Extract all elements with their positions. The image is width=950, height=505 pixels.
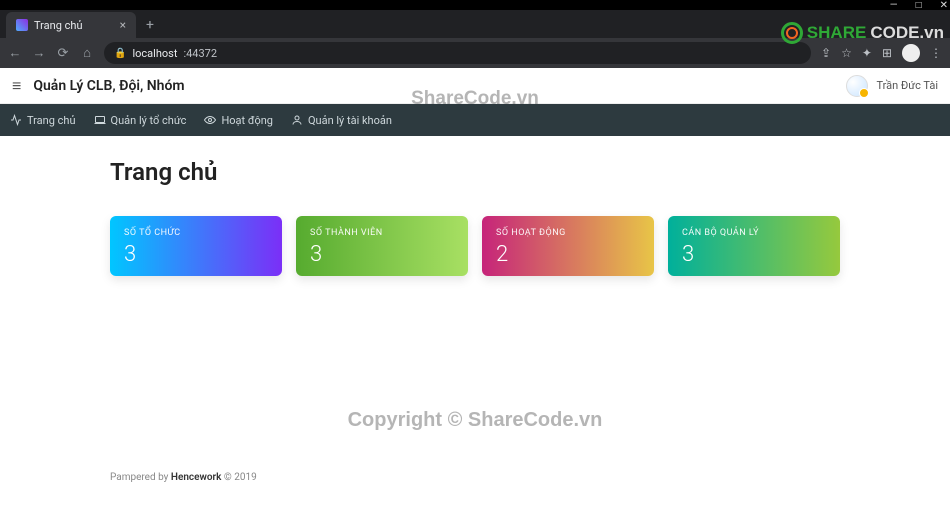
page: ≡ Quản Lý CLB, Đội, Nhóm Trần Đức Tài Tr… bbox=[0, 68, 950, 505]
nav-label: Hoạt động bbox=[221, 114, 273, 127]
puzzle-icon[interactable]: ⊞ bbox=[882, 46, 892, 60]
page-title: Trang chủ bbox=[110, 158, 840, 186]
nav-label: Trang chủ bbox=[27, 114, 76, 127]
tab-favicon-icon bbox=[16, 19, 28, 31]
url-port: :44372 bbox=[183, 47, 217, 60]
card-label: SỐ HOẠT ĐỘNG bbox=[496, 228, 640, 238]
user-area[interactable]: Trần Đức Tài bbox=[846, 75, 938, 97]
user-avatar-icon bbox=[846, 75, 868, 97]
address-bar[interactable]: 🔒 localhost :44372 bbox=[104, 42, 811, 64]
activity-icon bbox=[10, 114, 22, 126]
nav-org[interactable]: Quản lý tổ chức bbox=[94, 114, 187, 127]
card-manager-count[interactable]: CÁN BỘ QUẢN LÝ 3 bbox=[668, 216, 840, 276]
app-title: Quản Lý CLB, Đội, Nhóm bbox=[33, 78, 184, 94]
card-value: 3 bbox=[310, 242, 454, 267]
user-icon bbox=[291, 114, 303, 126]
toolbar-actions: ⇪ ☆ ✦ ⊞ ⋮ bbox=[821, 44, 942, 62]
menu-icon[interactable]: ⋮ bbox=[930, 46, 942, 60]
navbar: Trang chủ Quản lý tổ chức Hoạt động Quản… bbox=[0, 104, 950, 136]
card-activity-count[interactable]: SỐ HOẠT ĐỘNG 2 bbox=[482, 216, 654, 276]
tab-title: Trang chủ bbox=[34, 19, 83, 32]
footer-brand: Hencework bbox=[171, 472, 222, 483]
footer: Pampered by Hencework © 2019 bbox=[110, 472, 257, 483]
content: Trang chủ SỐ TỔ CHỨC 3 SỐ THÀNH VIÊN 3 S… bbox=[0, 136, 950, 505]
nav-label: Quản lý tài khoản bbox=[308, 114, 392, 127]
browser-tabstrip: Trang chủ × + bbox=[0, 10, 950, 38]
browser-toolbar: ← → ⟳ ⌂ 🔒 localhost :44372 ⇪ ☆ ✦ ⊞ ⋮ bbox=[0, 38, 950, 68]
card-value: 2 bbox=[496, 242, 640, 267]
nav-home[interactable]: Trang chủ bbox=[10, 114, 76, 127]
footer-suffix: © 2019 bbox=[221, 472, 256, 483]
card-member-count[interactable]: SỐ THÀNH VIÊN 3 bbox=[296, 216, 468, 276]
back-icon[interactable]: ← bbox=[8, 45, 22, 61]
share-icon[interactable]: ⇪ bbox=[821, 46, 831, 60]
nav-label: Quản lý tổ chức bbox=[111, 114, 187, 127]
card-org-count[interactable]: SỐ TỔ CHỨC 3 bbox=[110, 216, 282, 276]
browser-tab[interactable]: Trang chủ × bbox=[6, 12, 136, 38]
card-value: 3 bbox=[682, 242, 826, 267]
tab-close-icon[interactable]: × bbox=[120, 18, 126, 32]
os-maximize-icon[interactable]: □ bbox=[916, 0, 922, 11]
hamburger-icon[interactable]: ≡ bbox=[12, 76, 21, 96]
cards-row: SỐ TỔ CHỨC 3 SỐ THÀNH VIÊN 3 SỐ HOẠT ĐỘN… bbox=[110, 216, 840, 276]
lock-icon: 🔒 bbox=[114, 48, 126, 59]
nav-activity[interactable]: Hoạt động bbox=[204, 114, 273, 127]
reload-icon[interactable]: ⟳ bbox=[56, 46, 70, 61]
star-icon[interactable]: ☆ bbox=[841, 46, 852, 60]
user-name: Trần Đức Tài bbox=[876, 79, 938, 92]
card-label: CÁN BỘ QUẢN LÝ bbox=[682, 228, 826, 238]
url-host: localhost bbox=[132, 47, 177, 60]
nav-account[interactable]: Quản lý tài khoản bbox=[291, 114, 392, 127]
home-icon[interactable]: ⌂ bbox=[80, 45, 94, 61]
eye-icon bbox=[204, 114, 216, 126]
new-tab-button[interactable]: + bbox=[136, 12, 164, 38]
laptop-icon bbox=[94, 114, 106, 126]
card-label: SỐ TỔ CHỨC bbox=[124, 228, 268, 238]
footer-prefix: Pampered by bbox=[110, 472, 171, 483]
forward-icon[interactable]: → bbox=[32, 45, 46, 61]
os-close-icon[interactable]: ✕ bbox=[940, 0, 948, 11]
card-label: SỐ THÀNH VIÊN bbox=[310, 228, 454, 238]
extension-icon[interactable]: ✦ bbox=[862, 46, 872, 60]
os-titlebar: — □ ✕ bbox=[0, 0, 950, 10]
os-minimize-icon[interactable]: — bbox=[890, 0, 898, 11]
card-value: 3 bbox=[124, 242, 268, 267]
app-header: ≡ Quản Lý CLB, Đội, Nhóm Trần Đức Tài bbox=[0, 68, 950, 104]
profile-avatar-icon[interactable] bbox=[902, 44, 920, 62]
